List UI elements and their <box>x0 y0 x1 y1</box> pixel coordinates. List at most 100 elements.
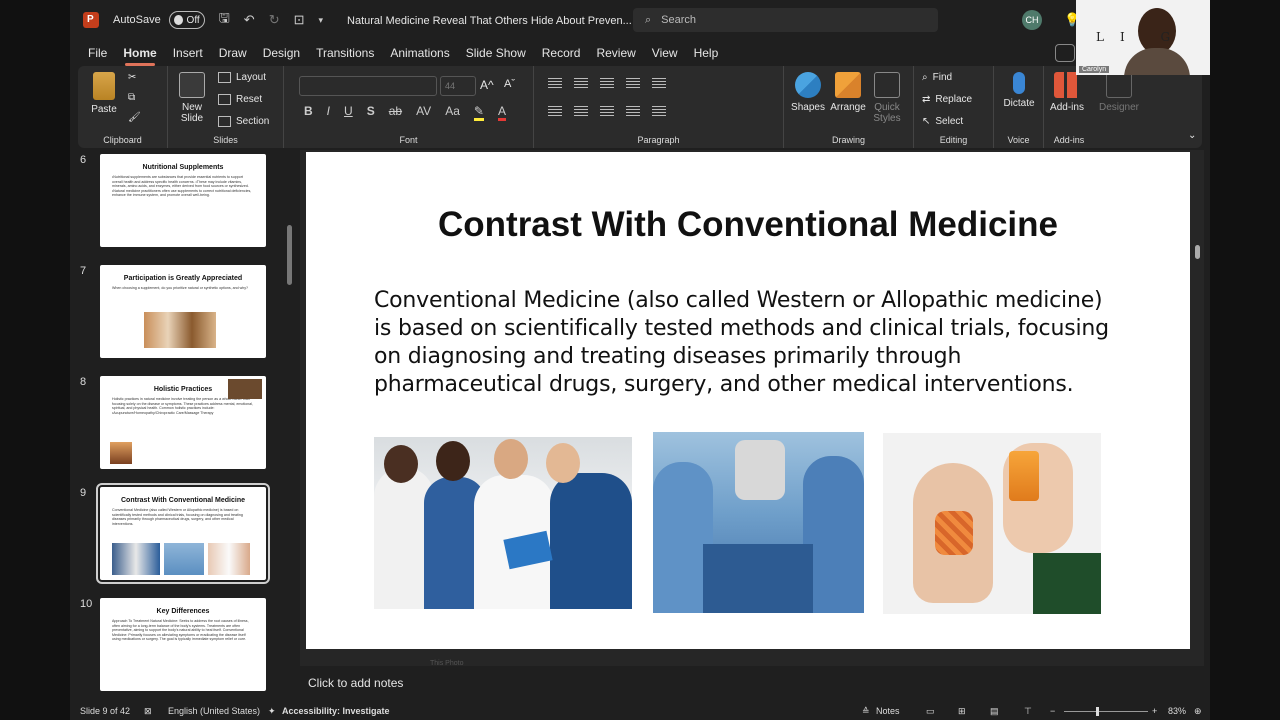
line-spacing-icon[interactable] <box>652 78 666 89</box>
autosave-toggle[interactable]: Off <box>168 11 205 29</box>
normal-view-icon[interactable]: ▭ <box>926 706 935 717</box>
spacing-icon[interactable]: AV <box>416 104 431 121</box>
reading-view-icon[interactable]: ▤ <box>990 706 999 717</box>
copy-icon[interactable]: ⧉ <box>128 92 135 103</box>
zoom-slider-thumb[interactable] <box>1096 707 1099 716</box>
tab-file[interactable]: File <box>80 40 115 66</box>
tab-view[interactable]: View <box>644 40 686 66</box>
thumbnail-preview[interactable]: Key Differences Approach To Treatment Na… <box>100 598 266 691</box>
spellcheck-icon[interactable]: ⊠ <box>144 706 152 717</box>
slide-sorter-icon[interactable]: ⊞ <box>958 706 966 717</box>
font-name-box[interactable] <box>299 76 437 96</box>
tab-slide-show[interactable]: Slide Show <box>458 40 534 66</box>
justify-icon[interactable] <box>626 106 640 117</box>
underline-icon[interactable]: U <box>344 104 353 121</box>
thumbnail-preview[interactable]: Nutritional Supplements •Nutritional sup… <box>100 154 266 247</box>
notes-toggle[interactable]: Notes <box>876 706 900 716</box>
zoom-level[interactable]: 83% <box>1168 706 1186 716</box>
tab-insert[interactable]: Insert <box>165 40 211 66</box>
user-avatar[interactable]: CH <box>1022 10 1042 30</box>
find-icon: ⌕ <box>922 72 928 83</box>
shrink-font-icon[interactable]: Aˇ <box>504 78 515 90</box>
fit-to-window-icon[interactable]: ⊕ <box>1194 706 1202 717</box>
current-slide[interactable]: Contrast With Conventional Medicine Conv… <box>306 152 1190 649</box>
font-group: 44 A^ Aˇ B I U S ab AV Aa ✎ A Font <box>284 66 534 148</box>
tab-draw[interactable]: Draw <box>211 40 255 66</box>
paste-button[interactable]: Paste <box>84 72 124 115</box>
collapse-ribbon-icon[interactable]: ⌄ <box>1188 130 1196 141</box>
canvas-scroll-thumb[interactable] <box>1195 245 1200 259</box>
customize-toolbar-icon[interactable]: ▾ <box>319 15 324 26</box>
undo-icon[interactable]: ↶ <box>244 12 255 28</box>
tab-transitions[interactable]: Transitions <box>308 40 382 66</box>
arrange-button[interactable]: Arrange <box>828 72 868 113</box>
zoom-out-icon[interactable]: − <box>1050 706 1055 716</box>
thumbnail-preview[interactable]: Participation is Greatly Appreciated Whe… <box>100 265 266 358</box>
redo-icon[interactable]: ↻ <box>269 12 280 28</box>
increase-indent-icon[interactable] <box>626 78 640 89</box>
tab-review[interactable]: Review <box>588 40 643 66</box>
slide-body-text[interactable]: Conventional Medicine (also called Weste… <box>374 287 1114 399</box>
doctors-group-photo[interactable] <box>374 437 632 609</box>
align-right-icon[interactable] <box>600 106 614 117</box>
font-color-icon[interactable]: A <box>497 104 506 121</box>
thumbnail-text: When choosing a supplement, do you prior… <box>112 286 249 290</box>
designer-button[interactable]: Designer <box>1096 72 1142 113</box>
tab-help[interactable]: Help <box>686 40 727 66</box>
cut-icon[interactable]: ✂ <box>128 72 136 83</box>
pills-hand-photo[interactable] <box>883 433 1101 614</box>
case-icon[interactable]: Aa <box>445 104 460 121</box>
layout-button[interactable]: Layout <box>218 72 266 83</box>
slide-title[interactable]: Contrast With Conventional Medicine <box>306 205 1190 245</box>
surgery-table <box>703 544 813 613</box>
quick-styles-button[interactable]: Quick Styles <box>870 72 904 124</box>
italic-icon[interactable]: I <box>327 104 330 121</box>
reset-button[interactable]: Reset <box>218 94 262 105</box>
tab-animations[interactable]: Animations <box>382 40 457 66</box>
thumbnail-title: Nutritional Supplements <box>142 164 224 171</box>
language-indicator[interactable]: English (United States) <box>168 706 260 716</box>
document-title[interactable]: Natural Medicine Reveal That Others Hide… <box>347 14 644 27</box>
strikethrough-icon[interactable]: ab <box>389 104 402 121</box>
notes-toggle-icon[interactable]: ≙ <box>862 706 870 717</box>
replace-button[interactable]: ⇄ Replace <box>922 94 972 105</box>
section-button[interactable]: Section <box>218 116 269 127</box>
thumbnail-preview[interactable]: Holistic Practices Holistic practices in… <box>100 376 266 469</box>
align-left-icon[interactable] <box>548 106 562 117</box>
tab-home[interactable]: Home <box>115 40 164 66</box>
surgery-photo[interactable] <box>653 432 864 613</box>
grow-font-icon[interactable]: A^ <box>480 78 494 92</box>
addins-button[interactable]: Add-ins <box>1046 72 1088 113</box>
find-button[interactable]: ⌕ Find <box>922 72 952 83</box>
panel-scrollbar[interactable] <box>286 150 292 700</box>
accessibility-status[interactable]: Accessibility: Investigate <box>282 706 390 716</box>
bold-icon[interactable]: B <box>304 104 313 121</box>
record-button[interactable] <box>1055 44 1075 62</box>
highlight-icon[interactable]: ✎ <box>473 104 484 121</box>
columns-icon[interactable] <box>652 106 666 117</box>
shadow-icon[interactable]: S <box>367 104 375 121</box>
search-box[interactable]: ⌕ Search <box>633 8 938 32</box>
format-painter-icon[interactable]: 🖌 <box>128 112 141 123</box>
numbering-icon[interactable] <box>574 78 588 89</box>
zoom-in-icon[interactable]: + <box>1152 706 1157 716</box>
canvas-scrollbar[interactable] <box>1192 150 1204 666</box>
panel-scroll-thumb[interactable] <box>287 225 292 285</box>
new-slide-button[interactable]: New Slide <box>174 72 210 124</box>
present-icon[interactable]: ⊡ <box>294 12 305 28</box>
tab-record[interactable]: Record <box>534 40 589 66</box>
bullets-icon[interactable] <box>548 78 562 89</box>
slideshow-icon[interactable]: ⊤ <box>1024 706 1032 717</box>
select-button[interactable]: ↖ Select <box>922 116 963 127</box>
zoom-slider[interactable] <box>1064 707 1148 716</box>
save-icon[interactable]: 🖫 <box>219 9 230 31</box>
shapes-button[interactable]: Shapes <box>790 72 826 113</box>
thumbnail-preview[interactable]: Contrast With Conventional Medicine Conv… <box>96 483 270 584</box>
decrease-indent-icon[interactable] <box>600 78 614 89</box>
notes-pane[interactable]: Click to add notes <box>300 670 1204 698</box>
font-size-box[interactable]: 44 <box>440 76 476 96</box>
dictate-button[interactable]: Dictate <box>1000 72 1038 109</box>
align-center-icon[interactable] <box>574 106 588 117</box>
tab-design[interactable]: Design <box>255 40 308 66</box>
thumbnail-text: Conventional Medicine (also called Weste… <box>112 508 243 526</box>
